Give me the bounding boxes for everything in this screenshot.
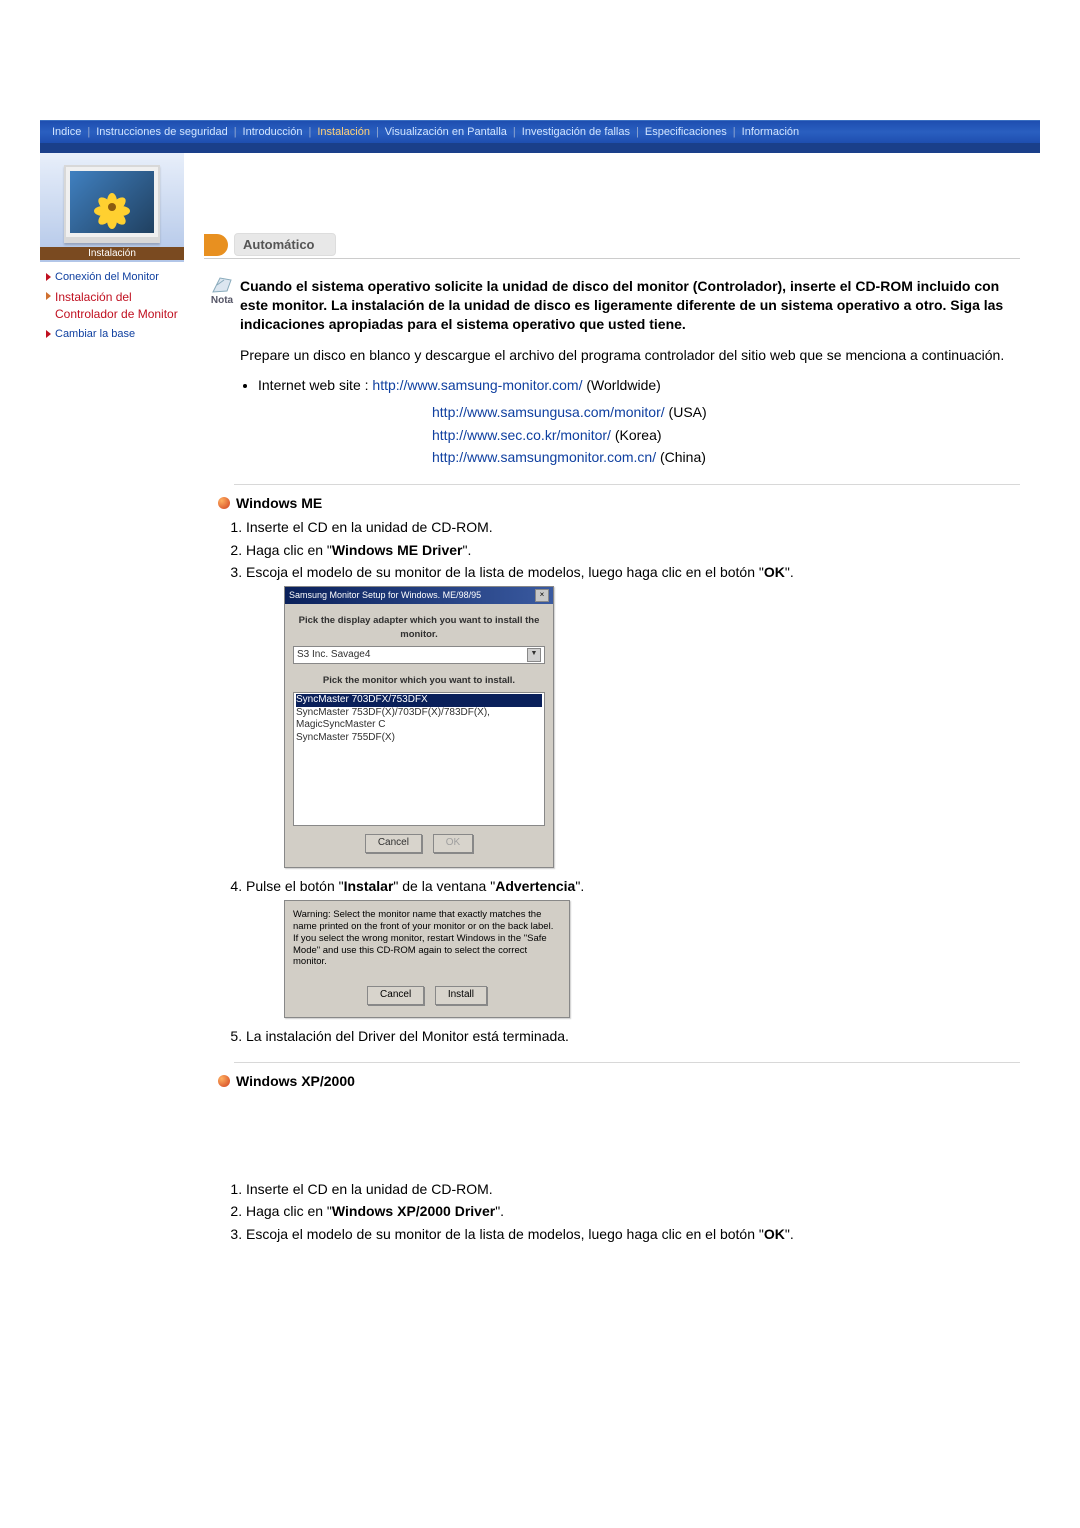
dlg-title-text: Samsung Monitor Setup for Windows. ME/98… [289,589,481,602]
close-icon[interactable]: × [535,589,549,602]
nav-informacion[interactable]: Información [738,126,803,138]
dlg-label2: Pick the monitor which you want to insta… [293,674,545,688]
nota-icon: Nota [204,277,240,306]
link-prefix: Internet web site : [258,377,372,393]
ok-button[interactable]: OK [433,834,473,853]
chevron-down-icon[interactable]: ▼ [527,648,541,663]
sidebar-link-conexion[interactable]: Conexión del Monitor [46,270,178,285]
install-button[interactable]: Install [435,986,487,1005]
xp-step2: Haga clic en "Windows XP/2000 Driver". [246,1201,1020,1221]
dialog-warning: Warning: Select the monitor name that ex… [284,900,570,1018]
nav-bar: Indice| Instrucciones de seguridad| Intr… [40,120,1040,153]
nav-especificaciones[interactable]: Especificaciones [641,126,731,138]
nav-instrucciones[interactable]: Instrucciones de seguridad [92,126,231,138]
nav-visualizacion[interactable]: Visualización en Pantalla [381,126,511,138]
page: Indice| Instrucciones de seguridad| Intr… [40,0,1040,1292]
prep-text: Prepare un disco en blanco y descargue e… [240,346,1020,366]
dlg-label1: Pick the display adapter which you want … [293,614,545,642]
me-step3: Escoja el modelo de su monitor de la lis… [246,562,1020,868]
sidebar-link-cambiar[interactable]: Cambiar la base [46,327,178,342]
link-korea[interactable]: http://www.sec.co.kr/monitor/ [432,427,611,443]
nav-investigacion[interactable]: Investigación de fallas [518,126,634,138]
hero-label: Instalación [40,247,184,260]
nav-instalacion[interactable]: Instalación [313,126,374,138]
sub-links: http://www.samsungusa.com/monitor/ (USA)… [432,401,1020,468]
me-step4: Pulse el botón "Instalar" de la ventana … [246,876,1020,1018]
list-item[interactable]: SyncMaster 703DFX/753DFX [296,694,542,707]
dlg-monitor-list[interactable]: SyncMaster 703DFX/753DFX SyncMaster 753D… [293,692,545,826]
xp-step3: Escoja el modelo de su monitor de la lis… [246,1224,1020,1244]
dlg-select-adapter[interactable]: S3 Inc. Savage4▼ [293,646,545,665]
heading-windows-xp: Windows XP/2000 [218,1073,1020,1089]
sphere-icon [218,497,230,509]
list-item[interactable]: SyncMaster 753DF(X)/703DF(X)/783DF(X), M… [296,707,542,732]
link-ww[interactable]: http://www.samsung-monitor.com/ [372,377,582,393]
nav-introduccion[interactable]: Introducción [239,126,307,138]
nota-text: Cuando el sistema operativo solicite la … [240,277,1020,334]
nav-indice[interactable]: Indice [48,126,85,138]
badge-accent [204,234,228,256]
heading-windows-me: Windows ME [218,495,1020,511]
me-step1: Inserte el CD en la unidad de CD-ROM. [246,517,1020,537]
cancel-button[interactable]: Cancel [365,834,422,853]
list-item[interactable]: SyncMaster 755DF(X) [296,732,542,745]
steps-xp: Inserte el CD en la unidad de CD-ROM. Ha… [226,1179,1020,1244]
separator [234,1062,1020,1063]
steps-me: Inserte el CD en la unidad de CD-ROM. Ha… [226,517,1020,1046]
nota-row: Nota Cuando el sistema operativo solicit… [204,277,1020,334]
hero-image: Instalación [40,153,184,262]
separator [234,484,1020,485]
link-usa[interactable]: http://www.samsungusa.com/monitor/ [432,404,665,420]
sidebar: Instalación Conexión del Monitor Instala… [40,153,184,1292]
xp-step1: Inserte el CD en la unidad de CD-ROM. [246,1179,1020,1199]
cancel-button[interactable]: Cancel [367,986,424,1005]
me-step5: La instalación del Driver del Monitor es… [246,1026,1020,1046]
section-badge-row: Automático [204,233,1020,259]
link-china[interactable]: http://www.samsungmonitor.com.cn/ [432,449,656,465]
dialog-setup: Samsung Monitor Setup for Windows. ME/98… [284,586,554,867]
download-links: Internet web site : http://www.samsung-m… [240,377,1020,393]
me-step2: Haga clic en "Windows ME Driver". [246,540,1020,560]
main-content: Automático Nota Cuando el sistema operat… [184,153,1040,1292]
sidebar-link-instalacion[interactable]: Instalación del Controlador de Monitor [46,289,178,323]
warning-text: Warning: Select the monitor name that ex… [293,909,561,968]
sphere-icon [218,1075,230,1087]
badge-automatico: Automático [234,233,336,256]
link-ww-suffix: (Worldwide) [582,377,660,393]
